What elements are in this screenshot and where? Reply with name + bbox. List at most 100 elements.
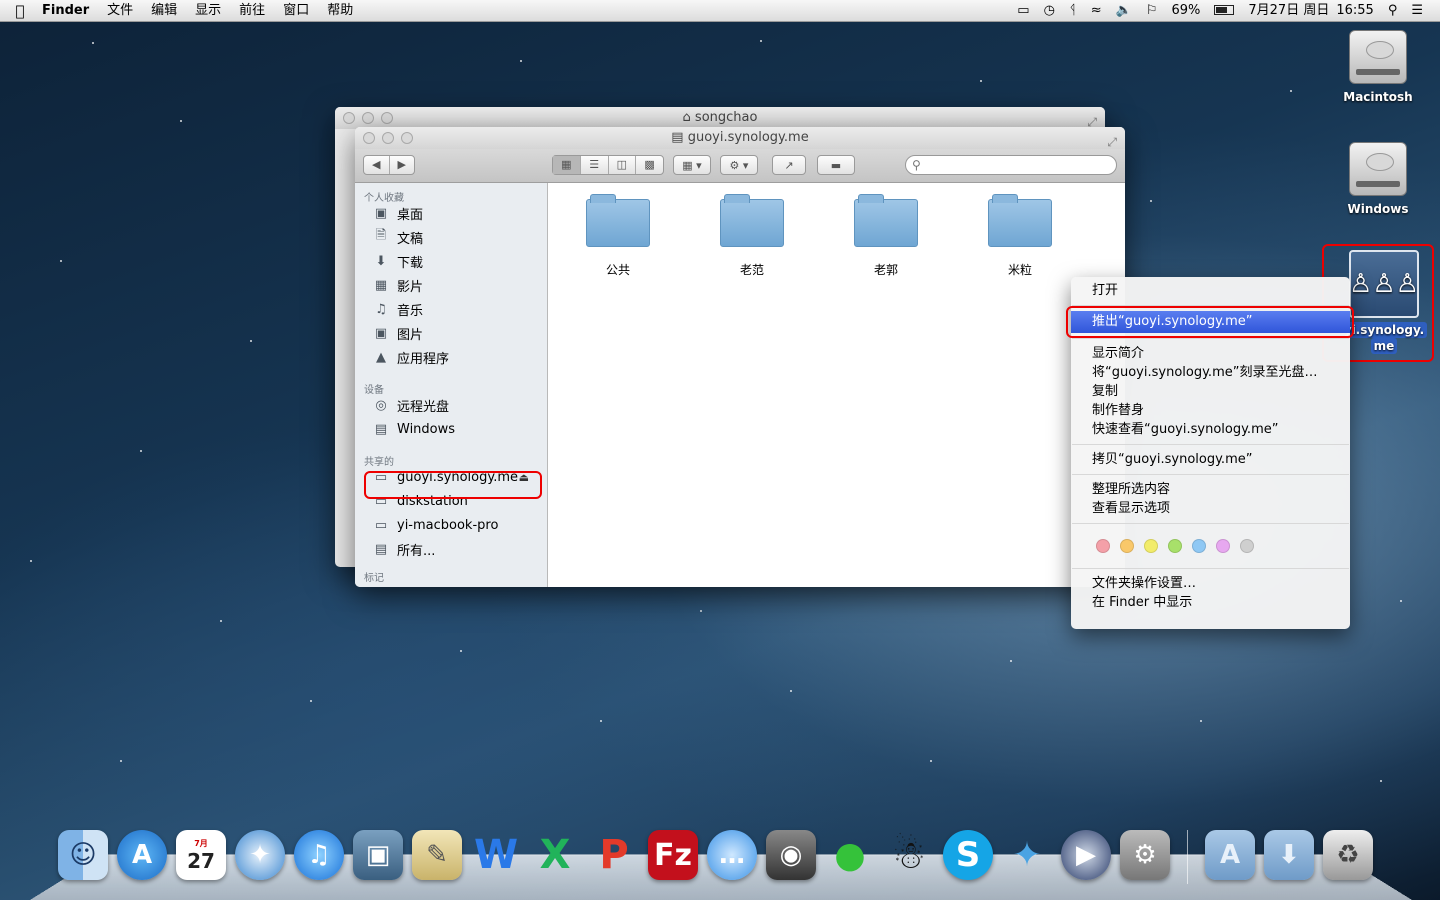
icon-view-icon[interactable]: ▦ [553, 156, 581, 174]
tag-blue-dot[interactable] [1192, 539, 1206, 553]
menu-item-reveal-in-finder[interactable]: 在 Finder 中显示 [1071, 593, 1350, 612]
arrange-grid-icon: ▦ ▾ [682, 158, 702, 172]
tags-button[interactable]: ▬ [817, 155, 855, 175]
dock-filezilla-icon[interactable]: Fz [648, 830, 698, 880]
wifi-icon[interactable]: ≈ [1084, 0, 1109, 22]
time-machine-icon[interactable]: ◷ [1037, 0, 1062, 22]
airplay-icon[interactable]: ▭ [1010, 0, 1036, 22]
tag-gray-dot[interactable] [1240, 539, 1254, 553]
minimize-button[interactable] [382, 132, 394, 144]
battery-percent[interactable]: 69% [1164, 0, 1207, 22]
sidebar-item-documents[interactable]: 🗎 文稿 [355, 225, 547, 249]
bluetooth-icon[interactable]: ᛩ [1062, 0, 1084, 22]
arrange-button[interactable]: ▦ ▾ [673, 155, 711, 175]
cover-flow-icon[interactable]: ▩ [636, 156, 663, 174]
menu-item-burn[interactable]: 将“guoyi.synology.me”刻录至光盘… [1071, 363, 1350, 382]
menu-app-finder[interactable]: Finder [40, 0, 98, 22]
menu-edit[interactable]: 编辑 [142, 0, 186, 22]
dock-applications-folder-icon[interactable]: A [1205, 830, 1255, 880]
notification-center-icon[interactable]: ☰ [1404, 0, 1430, 22]
folder-item[interactable]: 老范 [712, 194, 792, 278]
dock-wechat-icon[interactable]: ● [825, 830, 875, 880]
window-titlebar[interactable]: ⌂ songchao ⤢ [335, 107, 1105, 129]
tag-green-dot[interactable] [1168, 539, 1182, 553]
sidebar-item-applications[interactable]: ▲ 应用程序 [355, 345, 547, 369]
folder-item[interactable]: 米粒 [980, 194, 1060, 278]
dock-preview-icon[interactable]: ✎ [412, 830, 462, 880]
menu-item-make-alias[interactable]: 制作替身 [1071, 401, 1350, 420]
dock-qq-icon[interactable]: ☃ [884, 830, 934, 880]
dock-messages-icon[interactable]: … [707, 830, 757, 880]
dock-calendar-icon[interactable]: 7月 27 [176, 830, 226, 880]
dock-quicktime-icon[interactable]: ▶ [1061, 830, 1111, 880]
close-button[interactable] [343, 112, 355, 124]
menu-view[interactable]: 显示 [186, 0, 230, 22]
sidebar-item-windows[interactable]: ▤ Windows [355, 417, 547, 441]
menu-item-duplicate[interactable]: 复制 [1071, 382, 1350, 401]
sidebar-header-favorites: 个人收藏 [364, 193, 404, 204]
dock-iphoto-icon[interactable]: ▣ [353, 830, 403, 880]
dock-finder-icon[interactable]: ☺ [58, 830, 108, 880]
menu-item-view-options[interactable]: 查看显示选项 [1071, 499, 1350, 518]
window-titlebar[interactable]: ▤ guoyi.synology.me ⤢ [355, 127, 1125, 149]
sidebar-item-downloads[interactable]: ⬇ 下载 [355, 249, 547, 273]
forward-arrow-icon[interactable]: ▶ [390, 156, 415, 174]
column-view-icon[interactable]: ◫ [609, 156, 637, 174]
battery-icon[interactable] [1207, 0, 1241, 22]
dock-trash-icon[interactable]: ♻ [1323, 830, 1373, 880]
sidebar-item-movies[interactable]: ▦ 影片 [355, 273, 547, 297]
share-button[interactable]: ↗ [772, 155, 806, 175]
dock-safari-icon[interactable]: ✦ [235, 830, 285, 880]
sidebar-item-remote-disc[interactable]: ◎ 远程光盘 [355, 393, 547, 417]
dock-downloads-folder-icon[interactable]: ⬇ [1264, 830, 1314, 880]
input-source-flag-icon[interactable]: ⚐ [1139, 0, 1165, 22]
spotlight-icon[interactable]: ⚲ [1381, 0, 1405, 22]
menu-item-folder-actions[interactable]: 文件夹操作设置… [1071, 574, 1350, 593]
volume-icon[interactable]: 🔈 [1109, 0, 1139, 22]
folder-item[interactable]: 老郭 [846, 194, 926, 278]
tag-yellow-dot[interactable] [1144, 539, 1158, 553]
tag-purple-dot[interactable] [1216, 539, 1230, 553]
desktop-icon-windows[interactable]: Windows [1333, 142, 1423, 216]
dock-wps-spreadsheets-icon[interactable]: X [530, 830, 580, 880]
menu-item-open[interactable]: 打开 [1071, 281, 1350, 300]
menu-item-quick-look[interactable]: 快速查看“guoyi.synology.me” [1071, 420, 1350, 439]
menu-item-clean-up[interactable]: 整理所选内容 [1071, 480, 1350, 499]
sidebar-item-yi-macbook-pro[interactable]: ▭ yi-macbook-pro [355, 513, 547, 537]
apple-menu-icon[interactable]:  [0, 2, 40, 20]
zoom-button[interactable] [401, 132, 413, 144]
finder-window-front[interactable]: ▤ guoyi.synology.me ⤢ ◀ ▶ ▦ ☰ ◫ ▩ ▦ ▾ ⚙ ▾… [355, 127, 1125, 587]
sidebar-item-all[interactable]: ▤ 所有... [355, 537, 547, 561]
menu-item-copy[interactable]: 拷贝“guoyi.synology.me” [1071, 450, 1350, 469]
action-button[interactable]: ⚙ ▾ [720, 155, 758, 175]
dock-app-store-icon[interactable]: A [117, 830, 167, 880]
folder-item[interactable]: 公共 [578, 194, 658, 278]
sidebar-item-desktop[interactable]: ▣ 桌面 [355, 201, 547, 225]
tag-red-dot[interactable] [1096, 539, 1110, 553]
list-view-icon[interactable]: ☰ [581, 156, 609, 174]
dock-wps-presentation-icon[interactable]: P [589, 830, 639, 880]
sidebar-item-label: 桌面 [397, 207, 424, 223]
close-button[interactable] [363, 132, 375, 144]
zoom-button[interactable] [381, 112, 393, 124]
dock-itunes-icon[interactable]: ♫ [294, 830, 344, 880]
search-input[interactable]: ⚲ [905, 155, 1117, 175]
dock-facetime-icon[interactable]: ◉ [766, 830, 816, 880]
desktop-icon-macintosh[interactable]: Macintosh [1333, 30, 1423, 104]
minimize-button[interactable] [362, 112, 374, 124]
menu-help[interactable]: 帮助 [318, 0, 362, 22]
dock-mail-bird-icon[interactable]: ✦ [1002, 830, 1052, 880]
tag-orange-dot[interactable] [1120, 539, 1134, 553]
clock-time[interactable]: 16:55 [1336, 0, 1380, 22]
clock-date[interactable]: 7月27日 周日 [1241, 0, 1336, 22]
menu-item-get-info[interactable]: 显示简介 [1071, 344, 1350, 363]
back-arrow-icon[interactable]: ◀ [364, 156, 390, 174]
menu-file[interactable]: 文件 [98, 0, 142, 22]
dock-wps-writer-icon[interactable]: W [471, 830, 521, 880]
menu-go[interactable]: 前往 [230, 0, 274, 22]
menu-window[interactable]: 窗口 [274, 0, 318, 22]
dock-system-preferences-icon[interactable]: ⚙ [1120, 830, 1170, 880]
sidebar-item-music[interactable]: ♫ 音乐 [355, 297, 547, 321]
sidebar-item-pictures[interactable]: ▣ 图片 [355, 321, 547, 345]
dock-skype-icon[interactable]: S [943, 830, 993, 880]
